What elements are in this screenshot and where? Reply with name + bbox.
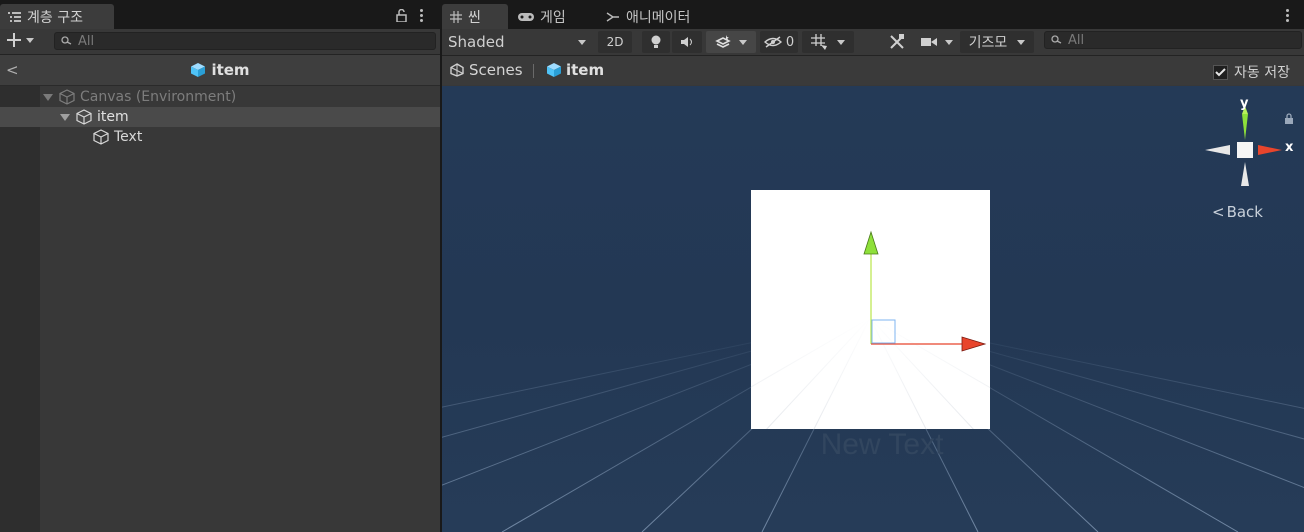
scene-panel: 씬 게임 애니메이터 Shaded 2D 0 기즈모 All Scenes it… bbox=[442, 0, 1304, 532]
hierarchy-panel: 계층 구조 All < item Canvas (Environment) it… bbox=[0, 0, 500, 532]
auto-save-checkbox[interactable] bbox=[1213, 64, 1228, 80]
checkmark-icon bbox=[1215, 67, 1226, 76]
toggle-2d-button[interactable]: 2D bbox=[598, 31, 632, 53]
scene-viewport[interactable]: New Text y x < Back bbox=[442, 86, 1304, 532]
scene-toolbar: Shaded 2D 0 기즈모 All bbox=[442, 29, 1304, 56]
grid-snap-icon bbox=[811, 34, 827, 50]
chevron-down-icon bbox=[26, 37, 34, 43]
hierarchy-list-icon bbox=[8, 12, 21, 22]
auto-save-toggle[interactable]: 자동 저장 bbox=[1213, 62, 1290, 82]
gizmo-lock-icon[interactable] bbox=[1284, 113, 1294, 124]
chevron-down-icon bbox=[739, 39, 747, 45]
breadcrumb-item[interactable]: item bbox=[546, 61, 604, 79]
move-gizmo[interactable] bbox=[842, 226, 992, 356]
audio-toggle[interactable] bbox=[672, 31, 702, 53]
expand-arrow-icon[interactable] bbox=[60, 113, 70, 121]
animator-icon bbox=[606, 11, 619, 22]
lightbulb-icon bbox=[651, 35, 661, 48]
chevron-down-icon bbox=[578, 39, 586, 45]
effects-layers-icon bbox=[715, 35, 731, 48]
gizmos-label: 기즈모 bbox=[968, 35, 1008, 51]
view-label-text: Back bbox=[1226, 203, 1263, 221]
scene-search-input[interactable]: All bbox=[1044, 31, 1302, 49]
effects-dropdown[interactable] bbox=[706, 31, 756, 53]
breadcrumb-scenes-label: Scenes bbox=[469, 61, 523, 79]
prefab-breadcrumb: < item bbox=[0, 55, 440, 86]
prefab-cube-icon bbox=[547, 63, 561, 77]
axis-x-label: x bbox=[1285, 140, 1294, 155]
tab-game-label: 게임 bbox=[540, 9, 566, 26]
tab-hierarchy-label: 계층 구조 bbox=[27, 9, 83, 26]
gamepad-icon bbox=[518, 12, 534, 21]
more-options-icon[interactable] bbox=[1286, 9, 1290, 22]
breadcrumb-separator bbox=[533, 64, 534, 78]
speaker-icon bbox=[681, 37, 692, 47]
hierarchy-tree bbox=[40, 86, 440, 532]
breadcrumb-item-label: item bbox=[566, 61, 605, 79]
auto-save-label: 자동 저장 bbox=[1234, 65, 1290, 81]
hierarchy-search-placeholder: All bbox=[78, 33, 95, 49]
hidden-objects-toggle[interactable]: 0 bbox=[760, 31, 798, 53]
tab-animator[interactable]: 애니메이터 bbox=[598, 4, 718, 29]
tree-row-label: item bbox=[97, 109, 129, 125]
hierarchy-toolbar: All bbox=[0, 29, 440, 55]
unity-logo-icon bbox=[450, 63, 464, 77]
create-button[interactable] bbox=[7, 33, 34, 47]
back-arrow-icon[interactable]: < bbox=[6, 61, 19, 79]
chevron-down-icon bbox=[945, 39, 953, 45]
tree-row-label: Text bbox=[114, 129, 143, 145]
tree-row-canvas[interactable]: Canvas (Environment) bbox=[0, 87, 483, 107]
tree-row-label: Canvas (Environment) bbox=[80, 89, 237, 105]
chevron-down-icon bbox=[837, 39, 845, 45]
search-icon bbox=[1051, 35, 1062, 44]
breadcrumb-scenes[interactable]: Scenes bbox=[450, 61, 523, 79]
lighting-toggle[interactable] bbox=[642, 31, 670, 53]
scene-breadcrumb-bar: Scenes item 자동 저장 bbox=[442, 56, 1304, 85]
search-icon bbox=[61, 36, 72, 45]
canvas-text-label[interactable]: New Text bbox=[782, 428, 982, 462]
tab-game[interactable]: 게임 bbox=[510, 4, 596, 29]
expand-arrow-icon[interactable] bbox=[43, 93, 53, 101]
tab-scene[interactable]: 씬 bbox=[442, 4, 508, 29]
toggle-2d-label: 2D bbox=[606, 35, 624, 49]
view-label[interactable]: < Back bbox=[1212, 203, 1263, 221]
camera-dropdown[interactable] bbox=[916, 31, 958, 53]
hierarchy-tab-bar: 계층 구조 bbox=[0, 0, 440, 29]
gameobject-cube-icon bbox=[93, 129, 109, 145]
orientation-gizmo[interactable]: y x < Back bbox=[1202, 96, 1294, 226]
axis-y-label: y bbox=[1240, 96, 1249, 111]
camera-icon bbox=[921, 38, 937, 46]
back-chevron-icon: < bbox=[1212, 203, 1225, 221]
grid-snap-dropdown[interactable] bbox=[802, 31, 854, 53]
tools-icon bbox=[890, 34, 904, 49]
breadcrumb-title: item bbox=[211, 61, 250, 79]
shading-mode-value: Shaded bbox=[448, 33, 505, 51]
gameobject-cube-icon bbox=[59, 89, 75, 105]
more-options-icon[interactable] bbox=[420, 9, 424, 22]
hidden-count: 0 bbox=[785, 34, 795, 50]
grid-icon bbox=[450, 10, 462, 23]
gizmos-dropdown[interactable]: 기즈모 bbox=[960, 31, 1034, 53]
scene-tab-bar: 씬 게임 애니메이터 bbox=[442, 0, 1304, 29]
tree-gutter bbox=[0, 86, 40, 532]
shading-mode-dropdown[interactable]: Shaded bbox=[442, 31, 592, 53]
tools-button[interactable] bbox=[882, 31, 912, 53]
tree-row-item[interactable]: item bbox=[0, 107, 500, 127]
gameobject-cube-icon bbox=[76, 109, 92, 125]
tab-hierarchy[interactable]: 계층 구조 bbox=[0, 4, 114, 29]
tab-animator-label: 애니메이터 bbox=[626, 9, 691, 26]
scene-search-placeholder: All bbox=[1068, 32, 1085, 48]
lock-icon[interactable] bbox=[396, 9, 407, 22]
prefab-cube-icon bbox=[191, 63, 206, 77]
hierarchy-search-input[interactable]: All bbox=[54, 32, 436, 50]
tab-scene-label: 씬 bbox=[468, 9, 481, 26]
eye-slash-icon bbox=[763, 36, 782, 48]
plus-icon bbox=[7, 33, 21, 47]
chevron-down-icon bbox=[1017, 39, 1026, 45]
axis-cones bbox=[1205, 106, 1282, 186]
